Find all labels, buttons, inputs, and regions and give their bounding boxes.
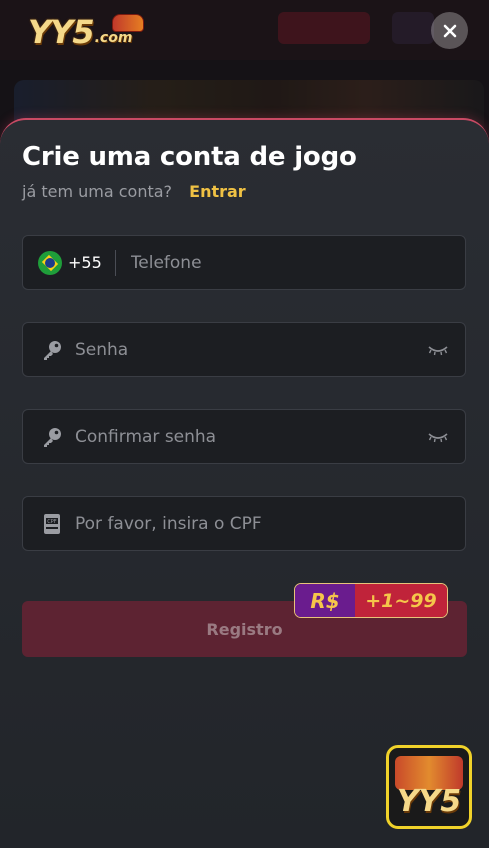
close-icon: [443, 24, 456, 37]
cpf-field[interactable]: CPF: [22, 496, 466, 551]
login-link[interactable]: Entrar: [189, 182, 246, 201]
key-icon: [41, 426, 63, 448]
field-divider: [114, 249, 116, 276]
country-code[interactable]: +55: [68, 253, 102, 272]
phone-field[interactable]: +55: [22, 235, 466, 290]
eye-closed-icon[interactable]: [427, 343, 449, 357]
logo-text: YY5: [28, 13, 95, 51]
svg-text:CPF: CPF: [47, 519, 57, 525]
bonus-range: +1~99: [355, 584, 447, 617]
confirm-password-input[interactable]: [73, 409, 427, 464]
eye-closed-icon[interactable]: [427, 430, 449, 444]
logo-mascot-icon: [112, 14, 144, 32]
bonus-currency: R$: [295, 584, 355, 617]
cpf-input[interactable]: [73, 496, 465, 551]
login-prompt-text: já tem uma conta?: [22, 182, 173, 201]
confirm-password-field[interactable]: [22, 409, 466, 464]
cpf-card-icon: CPF: [41, 513, 63, 535]
key-icon: [41, 339, 63, 361]
logo-suffix: .com: [94, 30, 133, 46]
signup-sheet: Crie uma conta de jogo já tem uma conta?…: [0, 118, 489, 848]
phone-input[interactable]: [128, 235, 465, 290]
app-download-badge[interactable]: YY5: [386, 745, 472, 829]
app-badge-label: YY5: [396, 784, 462, 819]
bonus-badge: R$ +1~99: [294, 583, 448, 618]
password-field[interactable]: [22, 322, 466, 377]
close-button[interactable]: [431, 12, 468, 49]
brazil-flag-icon[interactable]: [38, 250, 62, 275]
login-prompt: já tem uma conta? Entrar: [22, 182, 246, 201]
password-input[interactable]: [73, 322, 427, 377]
site-logo: YY5 .com: [28, 12, 144, 51]
page-title: Crie uma conta de jogo: [22, 142, 357, 172]
